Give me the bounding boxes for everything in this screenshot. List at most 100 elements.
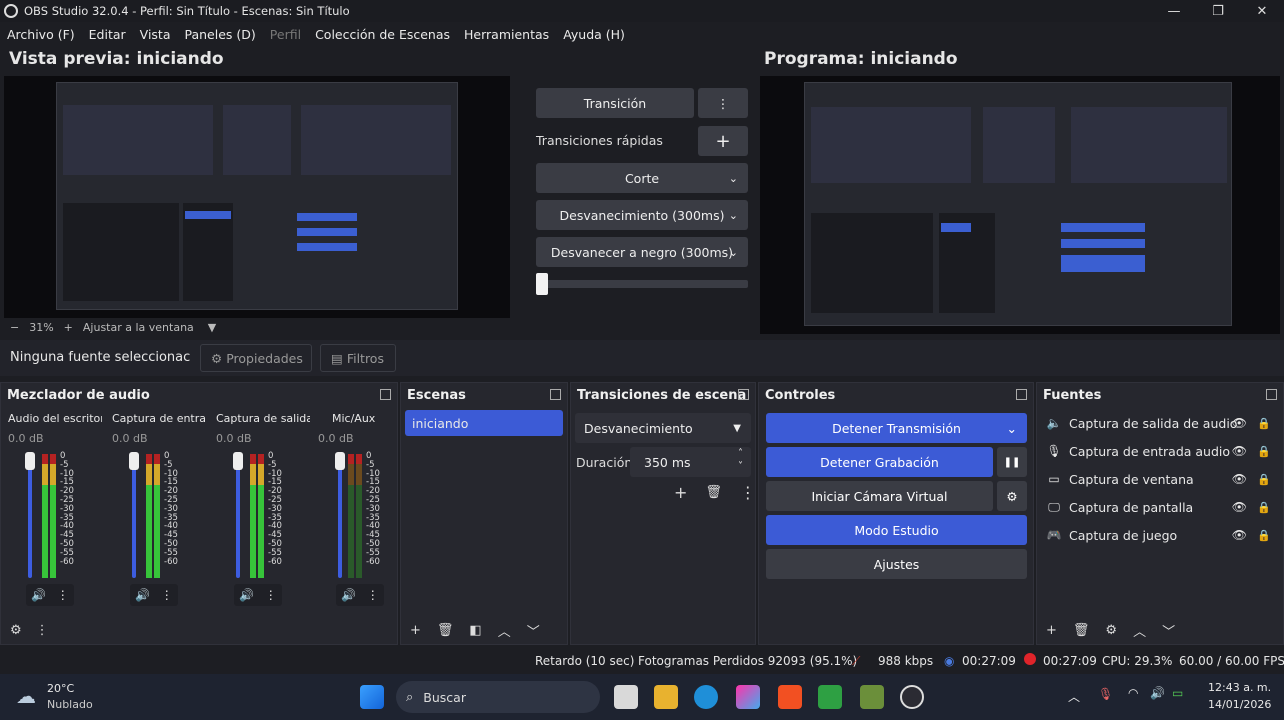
minimize-button[interactable]: — (1152, 0, 1196, 22)
cut-transition-button[interactable]: Corte ⌄ (536, 163, 748, 193)
weather-desc[interactable]: Nublado (47, 698, 93, 711)
channel-more-icon[interactable]: ⋮ (265, 588, 277, 602)
menu-herramientas[interactable]: Herramientas (457, 27, 556, 42)
pause-recording-button[interactable]: ❚❚ (997, 447, 1027, 477)
mute-volume-icon[interactable]: 🔊 (135, 588, 150, 602)
transition-button[interactable]: Transición (536, 88, 694, 118)
volume-slider-track[interactable] (236, 454, 240, 578)
file-explorer-icon[interactable] (654, 685, 678, 709)
visibility-eye-icon[interactable]: 👁 (1232, 416, 1247, 430)
duration-spinbox[interactable]: 350 ms ˄ ˅ (630, 447, 751, 477)
stop-recording-button[interactable]: Detener Grabación (766, 447, 993, 477)
visibility-eye-icon[interactable]: 👁 (1232, 528, 1247, 542)
channel-more-icon[interactable]: ⋮ (57, 588, 69, 602)
delete-scene-button[interactable]: 🗑 (437, 623, 454, 638)
menu-perfil[interactable]: Perfil (263, 27, 308, 42)
add-source-button[interactable]: + (1046, 623, 1057, 638)
mute-volume-icon[interactable]: 🔊 (341, 588, 356, 602)
transition-select[interactable]: Desvanecimiento ▼ (575, 413, 751, 443)
undock-icon[interactable] (380, 389, 391, 400)
settings-button[interactable]: Ajustes (766, 549, 1027, 579)
source-item[interactable]: ▭ Captura de ventana 👁 🔒 (1045, 466, 1277, 492)
transition-more-icon[interactable]: ⋮ (740, 483, 756, 502)
edge-icon[interactable] (694, 685, 718, 709)
copilot-icon[interactable] (736, 685, 760, 709)
lock-icon[interactable]: 🔒 (1257, 501, 1271, 514)
source-item[interactable]: 🎮 Captura de juego 👁 🔒 (1045, 522, 1277, 548)
fade-to-black-button[interactable]: Desvanecer a negro (300ms) ⌄ (536, 237, 748, 267)
filters-button[interactable]: ▤ Filtros (320, 344, 396, 372)
visibility-eye-icon[interactable]: 👁 (1232, 444, 1247, 458)
scene-down-button[interactable]: ﹀ (527, 621, 540, 640)
maximize-button[interactable]: ❐ (1196, 0, 1240, 22)
stop-stream-button[interactable]: Detener Transmisión ⌄ (766, 413, 1027, 443)
virtual-camera-settings-button[interactable]: ⚙ (997, 481, 1027, 511)
source-item[interactable]: 🖵 Captura de pantalla 👁 🔒 (1045, 494, 1277, 520)
task-view-icon[interactable] (614, 685, 638, 709)
source-up-button[interactable]: ︿ (1133, 621, 1146, 640)
add-transition-button[interactable]: + (674, 483, 687, 502)
zoom-out-button[interactable]: − (10, 321, 19, 334)
taskbar-search[interactable]: ⌕ Buscar (396, 681, 600, 713)
mute-volume-icon[interactable]: 🔊 (31, 588, 46, 602)
visibility-eye-icon[interactable]: 👁 (1232, 472, 1247, 486)
mixer-settings-icon[interactable]: ⚙ (10, 623, 22, 638)
delete-source-button[interactable]: 🗑 (1073, 623, 1090, 638)
battery-icon[interactable]: ▭ (1172, 686, 1183, 700)
source-down-button[interactable]: ﹀ (1162, 621, 1175, 640)
visibility-eye-icon[interactable]: 👁 (1232, 500, 1247, 514)
lock-icon[interactable]: 🔒 (1257, 445, 1271, 458)
delete-transition-button[interactable]: 🗑 (705, 485, 722, 500)
brave-icon[interactable] (778, 685, 802, 709)
channel-more-icon[interactable]: ⋮ (161, 588, 173, 602)
preview-canvas[interactable] (4, 76, 510, 318)
t-bar-slider[interactable] (536, 273, 748, 295)
mixer-more-icon[interactable]: ⋮ (36, 623, 49, 638)
clock-time[interactable]: 12:43 a. m. (1208, 681, 1271, 694)
volume-slider-handle[interactable] (335, 452, 345, 470)
volume-slider-track[interactable] (28, 454, 32, 578)
volume-slider-handle[interactable] (25, 452, 35, 470)
zoom-dropdown-icon[interactable]: ▼ (208, 321, 216, 334)
mute-volume-icon[interactable]: 🔊 (239, 588, 254, 602)
source-item[interactable]: 🎙 Captura de entrada audio 👁 🔒 (1045, 438, 1277, 464)
volume-icon[interactable]: 🔊 (1150, 686, 1165, 700)
lock-icon[interactable]: 🔒 (1257, 417, 1271, 430)
fade-transition-button[interactable]: Desvanecimiento (300ms) ⌄ (536, 200, 748, 230)
tray-expand-icon[interactable]: ︿ (1068, 688, 1080, 705)
scene-item-iniciando[interactable]: iniciando (405, 410, 563, 436)
t-bar-handle[interactable] (536, 273, 548, 295)
obs-taskbar-icon[interactable] (900, 685, 924, 709)
source-properties-button[interactable]: ⚙ (1105, 623, 1117, 638)
close-button[interactable]: ✕ (1240, 0, 1284, 22)
fit-to-window-label[interactable]: Ajustar a la ventana (83, 321, 194, 334)
scene-up-button[interactable]: ︿ (498, 621, 511, 640)
undock-icon[interactable] (1016, 389, 1027, 400)
minecraft-icon[interactable] (860, 685, 884, 709)
spin-up-icon[interactable]: ˄ (738, 447, 743, 460)
menu-editar[interactable]: Editar (82, 27, 133, 42)
add-scene-button[interactable]: + (410, 623, 421, 638)
wifi-icon[interactable]: ◠ (1128, 686, 1138, 700)
lock-icon[interactable]: 🔒 (1257, 529, 1271, 542)
volume-slider-track[interactable] (338, 454, 342, 578)
volume-slider-handle[interactable] (129, 452, 139, 470)
spin-arrows-icon[interactable]: ˄ ˅ (738, 447, 743, 473)
scene-filter-button[interactable]: ◧ (469, 623, 481, 638)
mic-icon[interactable]: 🎙 (1098, 687, 1113, 701)
undock-icon[interactable] (550, 389, 561, 400)
minecraft-launcher-icon[interactable] (818, 685, 842, 709)
properties-button[interactable]: ⚙ Propiedades (200, 344, 312, 372)
undock-icon[interactable] (738, 389, 749, 400)
menu-paneles[interactable]: Paneles (D) (178, 27, 263, 42)
menu-ayuda[interactable]: Ayuda (H) (556, 27, 632, 42)
clock-date[interactable]: 14/01/2026 (1208, 698, 1271, 711)
start-virtual-camera-button[interactable]: Iniciar Cámara Virtual (766, 481, 993, 511)
volume-slider-track[interactable] (132, 454, 136, 578)
studio-mode-button[interactable]: Modo Estudio (766, 515, 1027, 545)
lock-icon[interactable]: 🔒 (1257, 473, 1271, 486)
source-item[interactable]: 🔈 Captura de salida de audio 👁 🔒 (1045, 410, 1277, 436)
menu-archivo[interactable]: Archivo (F) (0, 27, 82, 42)
spin-down-icon[interactable]: ˅ (738, 460, 743, 473)
menu-coleccion-escenas[interactable]: Colección de Escenas (308, 27, 457, 42)
